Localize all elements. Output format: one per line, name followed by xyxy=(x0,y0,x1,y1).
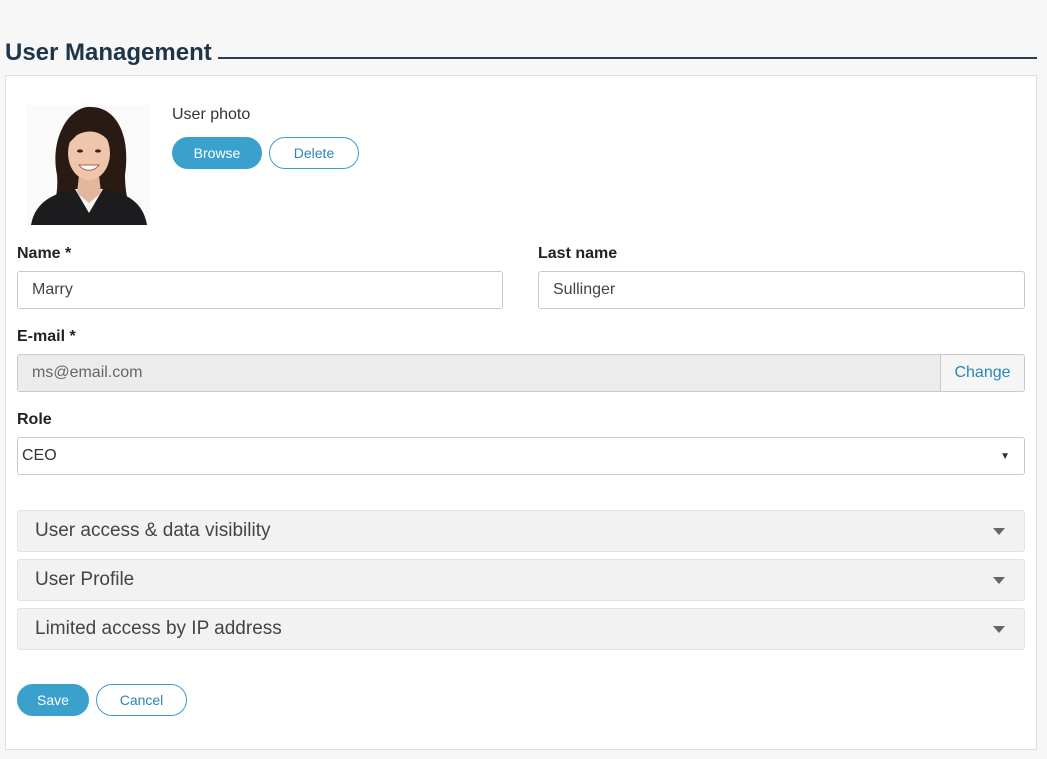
save-button[interactable]: Save xyxy=(17,684,89,716)
name-input[interactable]: Marry xyxy=(17,271,503,309)
caret-down-icon xyxy=(993,527,1005,535)
delete-photo-button[interactable]: Delete xyxy=(269,137,359,169)
role-select[interactable]: CEO ▼ xyxy=(17,437,1025,475)
email-field: ms@email.com xyxy=(18,355,940,391)
section-user-profile-label: User Profile xyxy=(35,569,135,590)
page-title: User Management xyxy=(5,39,212,66)
title-divider xyxy=(217,57,1037,59)
section-ip-access[interactable]: Limited access by IP address xyxy=(17,608,1025,650)
user-photo xyxy=(27,105,150,225)
name-label: Name * xyxy=(17,245,72,262)
email-field-group: ms@email.com Change xyxy=(17,354,1025,392)
page-header: User Management xyxy=(5,36,1037,68)
role-label: Role xyxy=(17,411,52,428)
role-select-value: CEO xyxy=(22,447,57,464)
section-ip-access-label: Limited access by IP address xyxy=(35,618,282,639)
photo-caption: User photo xyxy=(172,106,251,123)
email-label: E-mail * xyxy=(17,328,76,345)
caret-down-icon xyxy=(993,625,1005,633)
section-user-access-label: User access & data visibility xyxy=(35,520,271,541)
section-user-access[interactable]: User access & data visibility xyxy=(17,510,1025,552)
section-user-profile[interactable]: User Profile xyxy=(17,559,1025,601)
chevron-down-icon: ▼ xyxy=(1000,450,1010,462)
last-name-label: Last name xyxy=(538,245,618,262)
change-email-button[interactable]: Change xyxy=(940,355,1024,391)
caret-down-icon xyxy=(993,576,1005,584)
user-avatar-icon xyxy=(27,105,150,225)
user-form-card: User photo Browse Delete Name * Marry La… xyxy=(5,75,1037,750)
cancel-button[interactable]: Cancel xyxy=(96,684,187,716)
browse-button[interactable]: Browse xyxy=(172,137,262,169)
last-name-input[interactable]: Sullinger xyxy=(538,271,1025,309)
